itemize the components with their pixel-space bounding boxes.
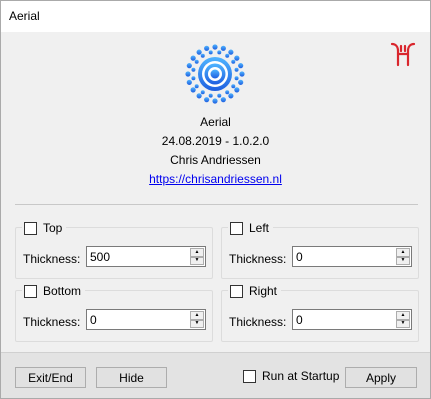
top-thickness-label: Thickness: bbox=[23, 252, 81, 266]
hide-button[interactable]: Hide bbox=[96, 367, 167, 388]
right-thickness-label: Thickness: bbox=[229, 315, 287, 329]
group-left: Left Thickness: 0 ▲ ▼ bbox=[221, 219, 419, 279]
right-spin-buttons: ▲ ▼ bbox=[396, 311, 410, 328]
right-thickness-input[interactable]: 0 ▲ ▼ bbox=[292, 309, 412, 330]
group-right-header: Right bbox=[228, 282, 282, 300]
top-spin-buttons: ▲ ▼ bbox=[190, 248, 204, 265]
top-thickness-input[interactable]: 500 ▲ ▼ bbox=[86, 246, 206, 267]
run-at-startup-label: Run at Startup bbox=[262, 369, 340, 383]
run-at-startup-option[interactable]: Run at Startup bbox=[243, 369, 339, 383]
group-left-header: Left bbox=[228, 219, 274, 237]
group-bottom: Bottom Thickness: 0 ▲ ▼ bbox=[15, 282, 213, 342]
apply-button[interactable]: Apply bbox=[345, 367, 417, 388]
title-bar[interactable]: Aerial bbox=[1, 1, 430, 32]
website-link[interactable]: https://chrisandriessen.nl bbox=[149, 172, 282, 186]
bottom-spin-buttons: ▲ ▼ bbox=[190, 311, 204, 328]
left-thickness-input[interactable]: 0 ▲ ▼ bbox=[292, 246, 412, 267]
spin-up-icon[interactable]: ▲ bbox=[396, 311, 410, 320]
concentric-rings-icon bbox=[185, 44, 245, 104]
run-at-startup-checkbox[interactable] bbox=[243, 369, 256, 383]
top-label: Top bbox=[43, 221, 63, 235]
left-checkbox[interactable] bbox=[230, 221, 243, 235]
spin-up-icon[interactable]: ▲ bbox=[190, 311, 204, 320]
app-window: Aerial Aerial 24.08.2019 - 1.0.2.0 Chris… bbox=[0, 0, 431, 399]
left-thickness-value[interactable]: 0 bbox=[296, 250, 303, 264]
bottom-thickness-value[interactable]: 0 bbox=[90, 313, 97, 327]
spin-up-icon[interactable]: ▲ bbox=[396, 248, 410, 257]
group-top: Top Thickness: 500 ▲ ▼ bbox=[15, 219, 213, 279]
right-label: Right bbox=[249, 284, 278, 298]
aerial-logo-icon bbox=[390, 42, 416, 67]
group-right: Right Thickness: 0 ▲ ▼ bbox=[221, 282, 419, 342]
bottom-thickness-input[interactable]: 0 ▲ ▼ bbox=[86, 309, 206, 330]
window-title: Aerial bbox=[9, 9, 40, 23]
right-checkbox[interactable] bbox=[230, 284, 243, 298]
left-spin-buttons: ▲ ▼ bbox=[396, 248, 410, 265]
left-thickness-label: Thickness: bbox=[229, 252, 287, 266]
spin-down-icon[interactable]: ▼ bbox=[396, 256, 410, 265]
group-bottom-header: Bottom bbox=[22, 282, 86, 300]
left-label: Left bbox=[249, 221, 270, 235]
app-name: Aerial bbox=[200, 115, 231, 129]
bottom-label: Bottom bbox=[43, 284, 82, 298]
spin-down-icon[interactable]: ▼ bbox=[190, 319, 204, 328]
version-text: 24.08.2019 - 1.0.2.0 bbox=[161, 134, 270, 148]
author-text: Chris Andriessen bbox=[170, 153, 261, 167]
divider bbox=[15, 204, 418, 205]
spin-down-icon[interactable]: ▼ bbox=[396, 319, 410, 328]
bottom-thickness-label: Thickness: bbox=[23, 315, 81, 329]
top-thickness-value[interactable]: 500 bbox=[90, 250, 110, 264]
exit-button[interactable]: Exit/End bbox=[15, 367, 86, 388]
group-top-header: Top bbox=[22, 219, 67, 237]
spin-down-icon[interactable]: ▼ bbox=[190, 256, 204, 265]
author-link-row: https://chrisandriessen.nl bbox=[1, 172, 430, 186]
bottom-checkbox[interactable] bbox=[24, 284, 37, 298]
top-checkbox[interactable] bbox=[24, 221, 37, 235]
right-thickness-value[interactable]: 0 bbox=[296, 313, 303, 327]
footer-bar: Exit/End Hide Run at Startup Apply bbox=[1, 352, 430, 398]
spin-up-icon[interactable]: ▲ bbox=[190, 248, 204, 257]
